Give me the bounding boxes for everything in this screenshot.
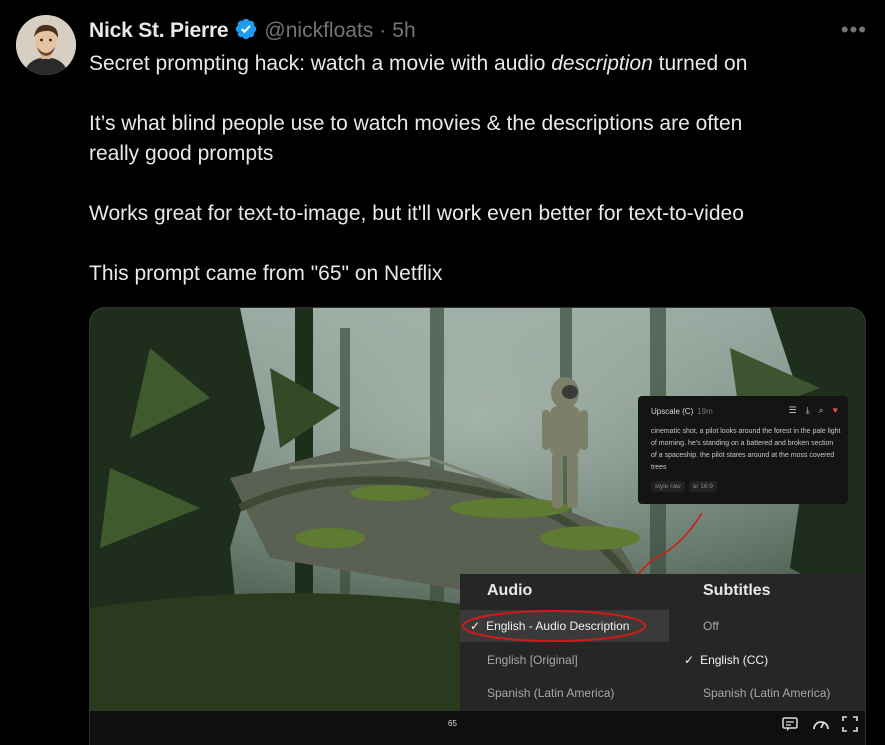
audio-option-spanish[interactable]: Spanish (Latin America)	[487, 686, 614, 700]
midjourney-prompt-panel: Upscale (C) 19m ☰ ⤓ ⌕ ♥ cinematic shot, a…	[638, 396, 848, 504]
checkmark-icon: ✓	[684, 653, 695, 667]
subtitle-option-off[interactable]: Off	[703, 619, 719, 633]
author-name[interactable]: Nick St. Pierre	[89, 19, 229, 43]
tweet-text: Secret prompting hack: watch a movie wit…	[89, 49, 869, 289]
audio-subtitles-menu: Audio Subtitles ✓ English - Audio Descrip…	[460, 574, 865, 711]
tweet-media[interactable]: Upscale (C) 19m ☰ ⤓ ⌕ ♥ cinematic shot, a…	[89, 307, 866, 745]
tag-style: style raw	[651, 481, 685, 492]
subtitle-option-spanish[interactable]: Spanish (Latin America)	[703, 686, 830, 700]
tweet: Nick St. Pierre @nickfloats · 5h ••• Sec…	[0, 0, 885, 745]
fullscreen-icon[interactable]	[842, 716, 858, 737]
red-circle-annotation	[462, 610, 646, 642]
avatar[interactable]	[16, 15, 76, 75]
audio-header: Audio	[487, 582, 533, 599]
tweet-line-1: Secret prompting hack: watch a movie wit…	[89, 52, 748, 75]
tweet-line-2: It’s what blind people use to watch movi…	[89, 112, 743, 165]
heart-icon[interactable]: ♥	[833, 405, 838, 416]
subtitles-header: Subtitles	[703, 582, 771, 599]
panel-prompt-text: cinematic shot, a pilot looks around the…	[651, 428, 841, 471]
subtitle-option-english-cc[interactable]: ✓ English (CC)	[684, 653, 768, 667]
more-options-icon[interactable]: •••	[841, 19, 867, 41]
panel-title: Upscale (C) 19m	[651, 407, 713, 416]
tweet-line-4: This prompt came from "65" on Netflix	[89, 262, 443, 285]
player-controls-bar: 65	[90, 711, 865, 745]
menu-icon[interactable]: ☰	[789, 405, 797, 416]
audio-option-original[interactable]: English [Original]	[487, 653, 578, 667]
subtitles-icon[interactable]	[782, 716, 798, 737]
tag-aspect: ar 16:9	[688, 481, 717, 492]
panel-icons: ☰ ⤓ ⌕ ♥	[789, 405, 838, 416]
search-icon[interactable]: ⌕	[819, 405, 824, 416]
tweet-line-3: Works great for text-to-image, but it'll…	[89, 202, 744, 225]
player-title: 65	[448, 719, 457, 728]
tweet-header: Nick St. Pierre @nickfloats · 5h	[89, 16, 416, 46]
download-icon[interactable]: ⤓	[806, 405, 810, 416]
panel-tags: style raw ar 16:9	[651, 481, 717, 492]
verified-badge-icon	[234, 17, 258, 46]
playback-speed-icon[interactable]	[812, 716, 830, 737]
timestamp[interactable]: 5h	[392, 19, 415, 43]
separator-dot: ·	[379, 19, 387, 42]
author-handle[interactable]: @nickfloats	[264, 19, 373, 43]
